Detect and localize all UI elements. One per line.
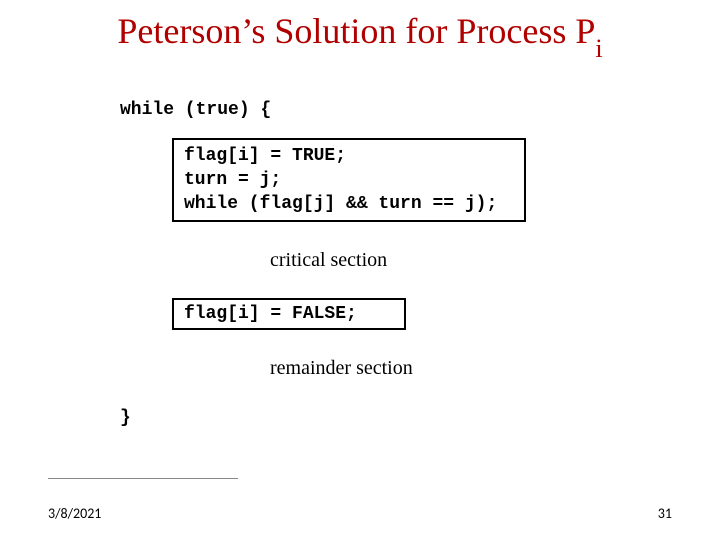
code-line-turn-set: turn = j;: [184, 168, 514, 192]
slide: Peterson’s Solution for Process Pi while…: [0, 0, 720, 540]
footer-page-number: 31: [658, 505, 672, 522]
title-main: Peterson’s Solution for Process P: [117, 11, 595, 51]
footer-date: 3/8/2021: [48, 505, 101, 522]
code-block: while (true) { flag[i] = TRUE; turn = j;…: [120, 98, 600, 430]
while-open: while (true) {: [120, 98, 600, 122]
entry-section-box: flag[i] = TRUE; turn = j; while (flag[j]…: [172, 138, 526, 222]
code-line-busy-wait: while (flag[j] && turn == j);: [184, 192, 514, 216]
slide-title: Peterson’s Solution for Process Pi: [0, 10, 720, 58]
critical-section-label: critical section: [270, 248, 600, 272]
divider-line: [48, 478, 238, 479]
while-close: }: [120, 406, 600, 430]
code-line-flag-clear: flag[i] = FALSE;: [184, 302, 394, 326]
remainder-section-label: remainder section: [270, 356, 600, 380]
title-subscript: i: [595, 34, 602, 63]
code-line-flag-set: flag[i] = TRUE;: [184, 144, 514, 168]
exit-section-box: flag[i] = FALSE;: [172, 298, 406, 330]
